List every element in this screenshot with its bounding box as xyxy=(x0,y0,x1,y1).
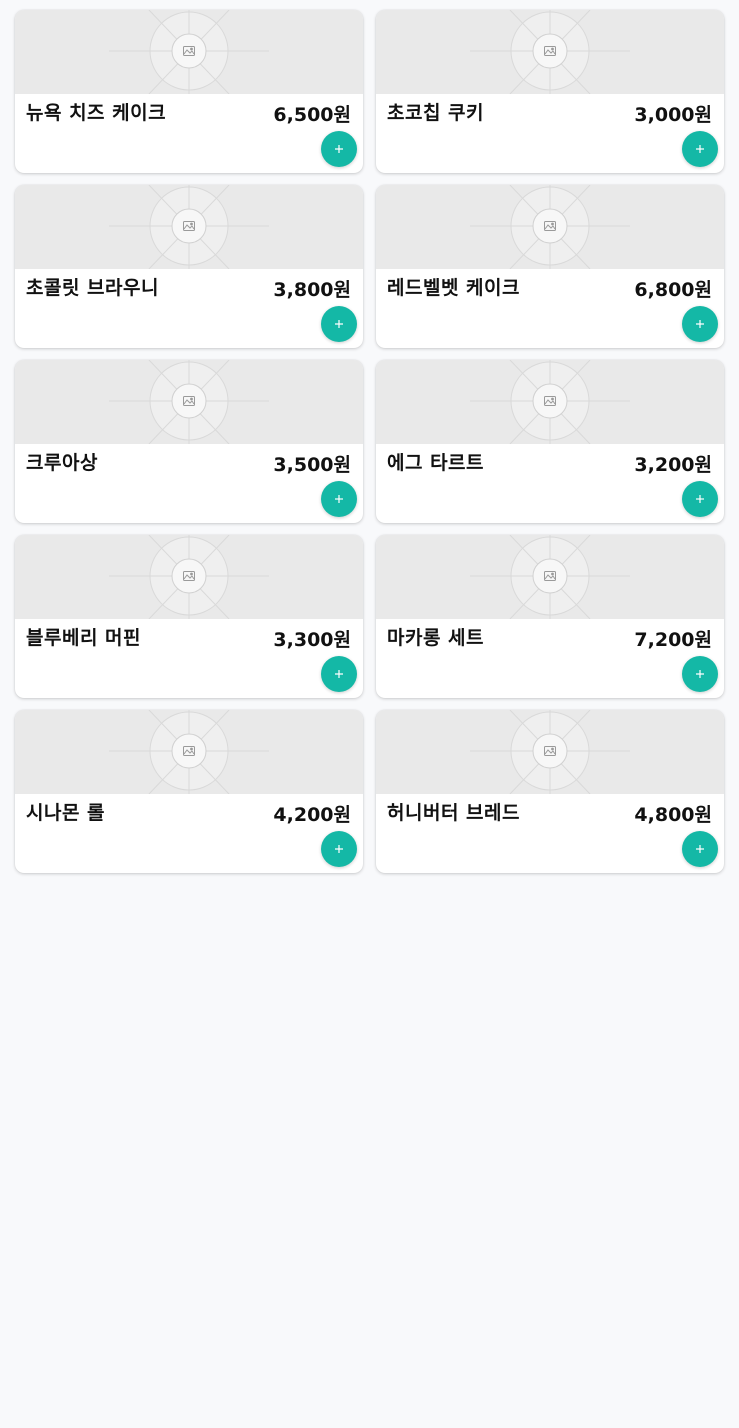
product-image xyxy=(376,535,724,619)
product-price: 3,000원 xyxy=(634,104,712,126)
product-name: 시나몬 롤 xyxy=(26,802,106,824)
product-image xyxy=(376,360,724,444)
product-price: 4,800원 xyxy=(634,804,712,826)
add-to-cart-button[interactable] xyxy=(321,131,357,167)
product-price: 3,300원 xyxy=(273,629,351,651)
image-placeholder-icon xyxy=(470,360,630,444)
product-name: 초코칩 쿠키 xyxy=(387,102,485,124)
product-image xyxy=(15,10,363,94)
product-card[interactable]: 크루아상 3,500원 xyxy=(15,360,363,523)
add-to-cart-button[interactable] xyxy=(321,831,357,867)
product-card[interactable]: 뉴욕 치즈 케이크 6,500원 xyxy=(15,10,363,173)
add-to-cart-button[interactable] xyxy=(321,306,357,342)
image-placeholder-icon xyxy=(109,10,269,94)
product-image xyxy=(376,710,724,794)
image-placeholder-icon xyxy=(109,535,269,619)
product-grid: 뉴욕 치즈 케이크 6,500원 초코칩 쿠키 3,000원 초콜릿 브라우니 … xyxy=(15,10,724,873)
product-card[interactable]: 마카롱 세트 7,200원 xyxy=(376,535,724,698)
product-card[interactable]: 허니버터 브레드 4,800원 xyxy=(376,710,724,873)
image-placeholder-icon xyxy=(470,185,630,269)
product-price: 3,500원 xyxy=(273,454,351,476)
add-to-cart-button[interactable] xyxy=(682,131,718,167)
product-price: 4,200원 xyxy=(273,804,351,826)
product-image xyxy=(15,185,363,269)
plus-icon xyxy=(335,320,343,328)
plus-icon xyxy=(696,670,704,678)
image-placeholder-icon xyxy=(470,710,630,794)
add-to-cart-button[interactable] xyxy=(321,656,357,692)
product-name: 마카롱 세트 xyxy=(387,627,485,649)
product-name: 허니버터 브레드 xyxy=(387,802,520,824)
add-to-cart-button[interactable] xyxy=(682,831,718,867)
product-name: 초콜릿 브라우니 xyxy=(26,277,159,299)
plus-icon xyxy=(696,495,704,503)
product-card[interactable]: 레드벨벳 케이크 6,800원 xyxy=(376,185,724,348)
image-placeholder-icon xyxy=(470,10,630,94)
plus-icon xyxy=(696,145,704,153)
plus-icon xyxy=(335,670,343,678)
product-card[interactable]: 에그 타르트 3,200원 xyxy=(376,360,724,523)
product-name: 뉴욕 치즈 케이크 xyxy=(26,102,167,124)
product-price: 6,800원 xyxy=(634,279,712,301)
product-image xyxy=(15,710,363,794)
plus-icon xyxy=(335,145,343,153)
plus-icon xyxy=(696,845,704,853)
product-image xyxy=(376,10,724,94)
add-to-cart-button[interactable] xyxy=(682,306,718,342)
product-price: 7,200원 xyxy=(634,629,712,651)
product-card[interactable]: 초코칩 쿠키 3,000원 xyxy=(376,10,724,173)
product-card[interactable]: 블루베리 머핀 3,300원 xyxy=(15,535,363,698)
product-image xyxy=(15,535,363,619)
product-card[interactable]: 시나몬 롤 4,200원 xyxy=(15,710,363,873)
product-price: 3,200원 xyxy=(634,454,712,476)
image-placeholder-icon xyxy=(470,535,630,619)
plus-icon xyxy=(335,495,343,503)
product-card[interactable]: 초콜릿 브라우니 3,800원 xyxy=(15,185,363,348)
image-placeholder-icon xyxy=(109,360,269,444)
add-to-cart-button[interactable] xyxy=(682,656,718,692)
product-name: 블루베리 머핀 xyxy=(26,627,141,649)
image-placeholder-icon xyxy=(109,185,269,269)
add-to-cart-button[interactable] xyxy=(682,481,718,517)
add-to-cart-button[interactable] xyxy=(321,481,357,517)
plus-icon xyxy=(335,845,343,853)
product-price: 3,800원 xyxy=(273,279,351,301)
product-image xyxy=(376,185,724,269)
product-image xyxy=(15,360,363,444)
product-price: 6,500원 xyxy=(273,104,351,126)
image-placeholder-icon xyxy=(109,710,269,794)
plus-icon xyxy=(696,320,704,328)
product-name: 크루아상 xyxy=(26,452,98,474)
product-name: 에그 타르트 xyxy=(387,452,485,474)
product-name: 레드벨벳 케이크 xyxy=(387,277,520,299)
